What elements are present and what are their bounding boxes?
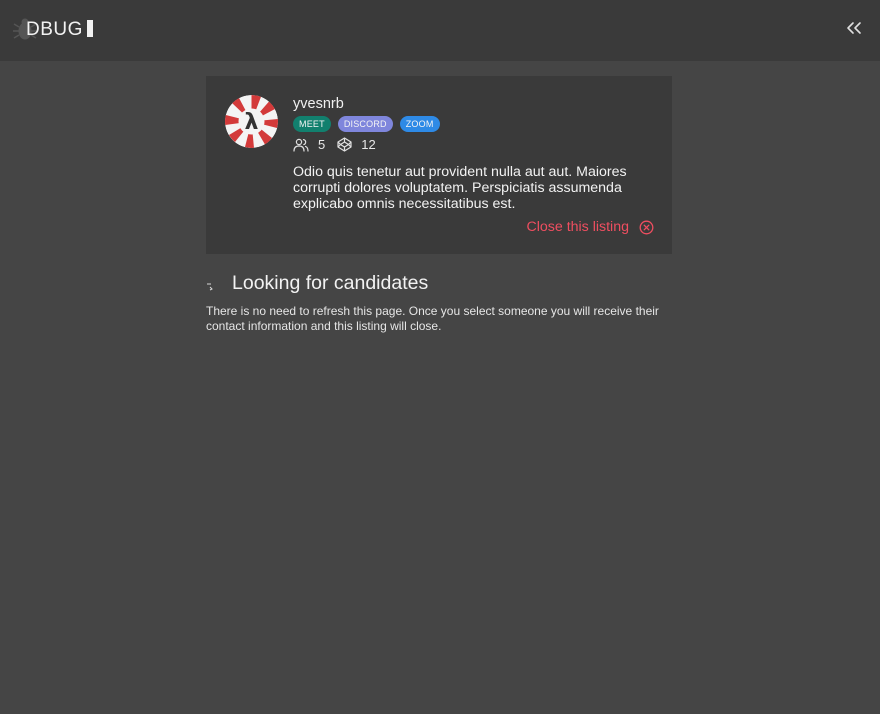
listing-description: Odio quis tenetur aut provident nulla au…	[293, 164, 627, 212]
listing-username: yvesnrb	[293, 96, 344, 112]
listing-card: λ yvesnrb MEET DISCORD ZOOM 5 12 Odio qu…	[206, 76, 672, 254]
status-header: Looking for candidates	[206, 272, 672, 295]
tag-meet: MEET	[293, 116, 331, 132]
members-stat: 5	[293, 137, 325, 152]
spinner-icon	[207, 283, 213, 290]
collapse-sidebar-button[interactable]	[844, 18, 864, 38]
listing-stats: 5 12	[293, 137, 388, 152]
code-count: 12	[361, 137, 376, 152]
status-section: Looking for candidates There is no need …	[206, 272, 672, 333]
top-bar: DBUG	[0, 0, 880, 61]
double-chevron-left-icon	[847, 22, 861, 34]
codepen-icon	[337, 137, 352, 152]
tag-zoom: ZOOM	[399, 116, 440, 132]
logo[interactable]: DBUG	[12, 16, 93, 44]
logo-text: DBUG	[26, 19, 93, 41]
tag-discord: DISCORD	[337, 116, 393, 132]
status-title: Looking for candidates	[232, 272, 429, 294]
platform-tags: MEET DISCORD ZOOM	[293, 116, 440, 132]
code-stat: 12	[337, 137, 376, 152]
close-listing-button[interactable]: Close this listing	[526, 219, 654, 235]
close-circle-icon	[639, 220, 654, 234]
status-message: There is no need to refresh this page. O…	[206, 304, 659, 333]
svg-text:λ: λ	[245, 110, 259, 135]
logo-cursor	[86, 20, 93, 37]
close-listing-label: Close this listing	[526, 219, 629, 235]
members-count: 5	[318, 137, 326, 152]
avatar: λ	[225, 95, 278, 148]
users-icon	[293, 138, 309, 152]
